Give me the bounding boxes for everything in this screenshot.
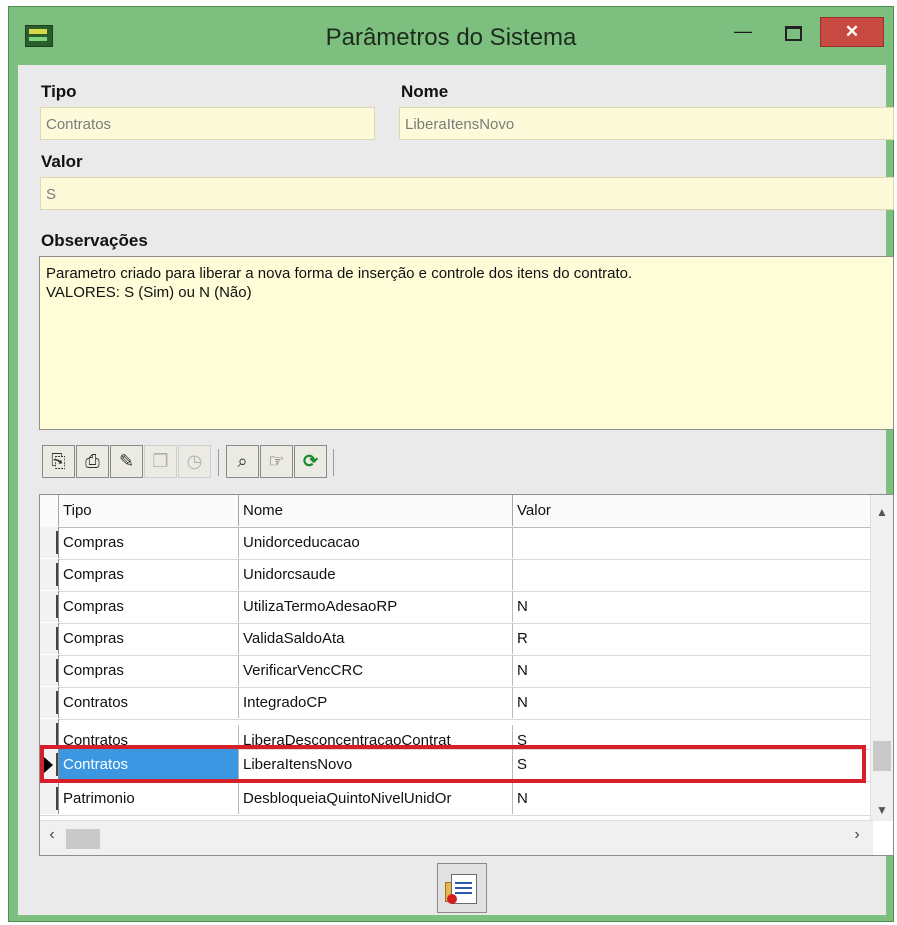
cell-tipo[interactable]: Compras (59, 591, 239, 622)
alert-dot-icon (447, 894, 457, 904)
import-button[interactable]: ⎘ (42, 445, 75, 478)
tipo-field[interactable]: Contratos (40, 107, 375, 140)
cell-valor[interactable]: N (513, 783, 872, 814)
edit-icon: ✎ (118, 451, 135, 471)
cell-valor[interactable]: N (513, 591, 872, 622)
import-icon: ⎘ (51, 451, 66, 471)
scroll-right-icon[interactable]: › (847, 826, 867, 844)
vertical-scrollbar[interactable]: ▲ ▼ (870, 495, 893, 821)
obs-line-1: Parametro criado para liberar a nova for… (46, 265, 633, 282)
print-icon: ⎙ (85, 451, 100, 471)
scroll-left-icon[interactable]: ‹ (42, 826, 62, 844)
cell-tipo[interactable]: Contratos (59, 749, 239, 780)
cell-tipo[interactable]: Patrimonio (59, 783, 239, 814)
cell-nome[interactable]: ValidaSaldoAta (239, 623, 513, 654)
cell-nome[interactable]: LiberaDesconcentracaoContrat (239, 725, 513, 749)
observacoes-label: Observações (41, 231, 148, 250)
refresh-button[interactable]: ⟳ (294, 445, 327, 478)
table-row[interactable]: Compras VerificarVencCRC N (40, 655, 872, 688)
row-indicator (40, 559, 59, 590)
table-row[interactable]: Compras Unidorcsaude (40, 559, 872, 592)
table-row-selected[interactable]: Contratos LiberaItensNovo S (40, 749, 872, 782)
cell-nome[interactable]: VerificarVencCRC (239, 655, 513, 686)
row-indicator (40, 719, 59, 749)
cell-valor[interactable] (513, 559, 872, 590)
row-indicator (40, 749, 59, 780)
cell-tipo[interactable]: Contratos (59, 725, 239, 749)
report-button[interactable] (437, 863, 487, 913)
client-area: Tipo Contratos Nome LiberaItensNovo Valo… (18, 65, 894, 915)
edit-button[interactable]: ✎ (110, 445, 143, 478)
cell-nome[interactable]: DesbloqueiaQuintoNivelUnidOr (239, 783, 513, 814)
cell-nome[interactable]: UtilizaTermoAdesaoRP (239, 591, 513, 622)
cell-nome[interactable]: Unidorcsaude (239, 559, 513, 590)
table-row[interactable]: Compras Unidorceducacao (40, 527, 872, 560)
observacoes-textarea[interactable]: Parametro criado para liberar a nova for… (39, 256, 894, 430)
copy-icon: ❐ (152, 451, 169, 471)
header-indicator (40, 495, 59, 526)
scroll-up-icon[interactable]: ▲ (871, 501, 893, 523)
valor-field[interactable]: S (40, 177, 894, 210)
column-header-nome[interactable]: Nome (239, 495, 513, 526)
horizontal-scrollbar[interactable]: ‹ › (40, 820, 873, 855)
grid-header: Tipo Nome Valor (40, 495, 872, 528)
maximize-button[interactable] (775, 17, 809, 47)
table-row[interactable]: Contratos LiberaDesconcentracaoContrat S (40, 719, 872, 750)
cell-nome[interactable]: IntegradoCP (239, 687, 513, 718)
table-row[interactable]: Compras UtilizaTermoAdesaoRP N (40, 591, 872, 624)
current-row-arrow-icon (44, 757, 53, 773)
clock-button[interactable]: ◷ (178, 445, 211, 478)
column-header-valor[interactable]: Valor (513, 495, 872, 526)
copy-button[interactable]: ❐ (144, 445, 177, 478)
toolbar-separator (218, 449, 219, 476)
cell-valor[interactable]: N (513, 655, 872, 686)
tipo-label: Tipo (41, 82, 77, 101)
refresh-icon: ⟳ (302, 451, 319, 471)
cell-tipo[interactable]: Compras (59, 527, 239, 558)
valor-label: Valor (41, 152, 83, 171)
print-button[interactable]: ⎙ (76, 445, 109, 478)
row-indicator (40, 687, 59, 718)
clock-icon: ◷ (186, 451, 203, 471)
minimize-button[interactable]: — (726, 17, 760, 47)
table-row[interactable]: Contratos IntegradoCP N (40, 687, 872, 720)
cell-valor[interactable]: N (513, 687, 872, 718)
table-row[interactable]: Patrimonio DesbloqueiaQuintoNivelUnidOr … (40, 783, 872, 816)
table-row[interactable]: Compras ValidaSaldoAta R (40, 623, 872, 656)
cell-tipo[interactable]: Contratos (59, 687, 239, 718)
horizontal-scroll-thumb[interactable] (66, 829, 100, 849)
vertical-scroll-thumb[interactable] (873, 741, 891, 771)
cell-tipo[interactable]: Compras (59, 655, 239, 686)
zoom-button[interactable]: ⌕ (226, 445, 259, 478)
window-title: Parâmetros do Sistema (325, 24, 577, 51)
cell-valor[interactable]: R (513, 623, 872, 654)
cell-tipo[interactable]: Compras (59, 559, 239, 590)
column-header-tipo[interactable]: Tipo (59, 495, 239, 526)
parameters-grid[interactable]: Tipo Nome Valor Compras Unidorceducacao … (39, 494, 894, 856)
cell-tipo[interactable]: Compras (59, 623, 239, 654)
obs-line-2: VALORES: S (Sim) ou N (Não) (46, 284, 252, 301)
close-button[interactable]: ✕ (820, 17, 884, 47)
hand-pointer-icon: ☞ (268, 451, 285, 471)
nome-label: Nome (401, 82, 449, 101)
toolbar-separator (333, 449, 334, 476)
cell-nome[interactable]: LiberaItensNovo (239, 749, 513, 780)
row-indicator (40, 527, 59, 558)
nome-field[interactable]: LiberaItensNovo (399, 107, 894, 140)
cell-nome[interactable]: Unidorceducacao (239, 527, 513, 558)
row-indicator (40, 623, 59, 654)
zoom-icon: ⌕ (237, 451, 248, 471)
cell-valor[interactable]: S (513, 749, 872, 780)
hand-pointer-button[interactable]: ☞ (260, 445, 293, 478)
scroll-down-icon[interactable]: ▼ (871, 799, 893, 821)
cell-valor[interactable]: S (513, 725, 872, 749)
row-indicator (40, 591, 59, 622)
cell-valor[interactable] (513, 527, 872, 558)
row-indicator (40, 783, 59, 814)
row-indicator (40, 655, 59, 686)
title-bar[interactable]: Parâmetros do Sistema — ✕ (9, 7, 893, 65)
parametros-window: Parâmetros do Sistema — ✕ Tipo Contratos… (8, 6, 894, 922)
